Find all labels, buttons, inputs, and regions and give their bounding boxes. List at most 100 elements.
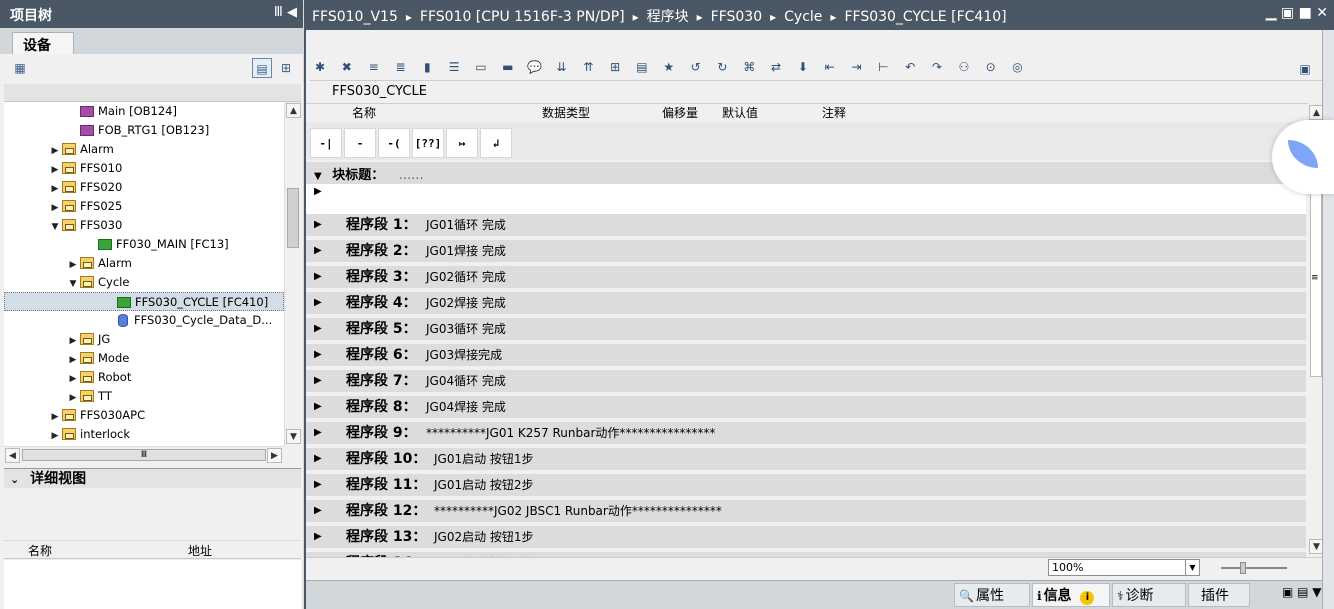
list-view-icon[interactable]: ▤: [252, 58, 272, 78]
zoom-select[interactable]: 100% ▼: [1048, 559, 1200, 576]
tab-devices[interactable]: 设备: [12, 32, 74, 55]
grid-view-icon[interactable]: ▦: [10, 58, 30, 78]
tree-item[interactable]: FFS030_CYCLE [FC410]: [4, 292, 284, 311]
network-comment[interactable]: JG03焊接完成: [426, 344, 502, 366]
tree-item[interactable]: Main [OB124]: [4, 102, 284, 121]
coil-button[interactable]: -( )-: [378, 128, 410, 180]
scroll-up-button[interactable]: ▲: [286, 103, 301, 118]
tab-plugins[interactable]: 插件: [1188, 583, 1250, 607]
block-title-row[interactable]: ▼ 块标题： ......: [306, 162, 1306, 184]
iface-col-datatype[interactable]: 数据类型: [542, 104, 590, 121]
absolute-icon[interactable]: ▤: [632, 57, 652, 77]
step-icon[interactable]: ⇥: [847, 57, 867, 77]
breadcrumb-item[interactable]: FFS010_V15: [312, 9, 398, 25]
comment-icon[interactable]: 💬: [525, 57, 545, 77]
tree-icon[interactable]: ⊢: [873, 57, 893, 77]
chevron-right-icon[interactable]: ▶: [314, 396, 322, 418]
iface-col-comment[interactable]: 注释: [822, 104, 846, 121]
redo-icon[interactable]: ↷: [927, 57, 947, 77]
expand-icon[interactable]: ⇊: [551, 57, 571, 77]
network-comment[interactable]: JG01启动 按钮1步: [434, 448, 534, 470]
network-row[interactable]: ▶ 程序段 5： JG03循环 完成: [306, 318, 1306, 340]
block-title-input[interactable]: ......: [399, 168, 424, 183]
next-error-icon[interactable]: ↻: [712, 57, 732, 77]
empty-box-button[interactable]: [??]: [412, 128, 444, 158]
network-comment[interactable]: JG01焊接 完成: [426, 240, 506, 262]
minimize-block-icon[interactable]: ▬: [498, 57, 518, 77]
watch-icon[interactable]: ⊙: [981, 57, 1001, 77]
crossref-icon[interactable]: ⌘: [739, 57, 759, 77]
open-all-icon[interactable]: ⊞: [605, 57, 625, 77]
network-row[interactable]: ▶ 程序段 8： JG04焊接 完成: [306, 396, 1306, 418]
task-card-strip[interactable]: [1322, 30, 1334, 609]
network-comment[interactable]: JG02焊接 完成: [426, 292, 506, 314]
chevron-right-icon[interactable]: ▶: [314, 448, 322, 470]
window-controls[interactable]: ▁ ▣ ■ ✕: [1266, 5, 1328, 21]
db-icon[interactable]: ◎: [1008, 57, 1028, 77]
favorites-icon[interactable]: ★: [659, 57, 679, 77]
chevron-right-icon[interactable]: ▶: [48, 427, 62, 446]
chevron-right-icon[interactable]: ▶: [314, 526, 322, 548]
tree-item[interactable]: FFS030_Cycle_Data_D...: [4, 311, 284, 330]
network-row[interactable]: ▶ 程序段 3： JG02循环 完成: [306, 266, 1306, 288]
tree-item[interactable]: ▶ FFS025: [4, 197, 284, 216]
network-comment[interactable]: JG03循环 完成: [426, 318, 506, 340]
tree-vertical-scrollbar[interactable]: ▲ ▼: [284, 102, 301, 446]
tab-diagnostics[interactable]: ⚕ 诊断: [1112, 583, 1186, 607]
list-icon[interactable]: ☰: [444, 57, 464, 77]
network-comment[interactable]: JG02启动 按钮2步: [434, 552, 534, 557]
tree-item[interactable]: ▼ FFS030: [4, 216, 284, 235]
detail-view-title[interactable]: ⌄ 详细视图: [4, 468, 301, 488]
download-icon[interactable]: ⬇: [793, 57, 813, 77]
tree-item[interactable]: FOB_RTG1 [OB123]: [4, 121, 284, 140]
network-comment[interactable]: JG04焊接 完成: [426, 396, 506, 418]
tree-item[interactable]: ▶ FFS020: [4, 178, 284, 197]
scroll-right-button[interactable]: ▶: [267, 448, 282, 463]
scroll-thumb[interactable]: [287, 188, 299, 248]
network-row[interactable]: ▶ 程序段 4： JG02焊接 完成: [306, 292, 1306, 314]
tab-properties[interactable]: 🔍 属性: [954, 583, 1030, 607]
chevron-right-icon[interactable]: ▶: [314, 214, 322, 236]
tree-item[interactable]: ▶ Mode: [4, 349, 284, 368]
detail-col-address[interactable]: 地址: [188, 542, 212, 559]
block-comment[interactable]: ▶: [306, 184, 1306, 214]
tree-item[interactable]: ▶ FFS010: [4, 159, 284, 178]
network-comment[interactable]: JG01循环 完成: [426, 214, 506, 236]
network-row[interactable]: ▶ 程序段 10： JG01启动 按钮1步: [306, 448, 1306, 470]
chevron-right-icon[interactable]: ▶: [314, 240, 322, 262]
close-branch-button[interactable]: ↲: [480, 128, 512, 158]
iface-col-name[interactable]: 名称: [352, 104, 376, 121]
network-comment[interactable]: **********JG01 K257 Runbar动作************…: [426, 422, 715, 444]
iface-col-default[interactable]: 默认值: [722, 104, 758, 121]
insert-network-icon[interactable]: ✱: [310, 57, 330, 77]
tree-item[interactable]: ▶ JG: [4, 330, 284, 349]
network-row[interactable]: ▶ 程序段 11： JG01启动 按钮2步: [306, 474, 1306, 496]
outdent-icon[interactable]: ≣: [390, 57, 410, 77]
scroll-down-button[interactable]: ▼: [286, 429, 301, 444]
detail-col-name[interactable]: 名称: [28, 542, 52, 559]
network-row[interactable]: ▶ 程序段 1： JG01循环 完成: [306, 214, 1306, 236]
chevron-right-icon[interactable]: ▶: [314, 370, 322, 392]
tab-info[interactable]: ℹ 信息 i: [1032, 583, 1110, 607]
zoom-slider[interactable]: [1221, 567, 1287, 569]
collapse-icon[interactable]: ⇈: [578, 57, 598, 77]
chevron-right-icon[interactable]: ▶: [314, 422, 322, 444]
breadcrumb-item[interactable]: 程序块: [647, 9, 689, 25]
chevron-right-icon[interactable]: ▶: [314, 474, 322, 496]
compare-icon[interactable]: ⇄: [766, 57, 786, 77]
indent-icon[interactable]: ≡: [364, 57, 384, 77]
scroll-left-button[interactable]: ◀: [5, 448, 20, 463]
tree-item[interactable]: ▼ Cycle: [4, 273, 284, 292]
network-row[interactable]: ▶ 程序段 6： JG03焊接完成: [306, 344, 1306, 366]
chevron-right-icon[interactable]: ▶: [314, 552, 322, 557]
chevron-down-icon[interactable]: ▼: [1185, 560, 1199, 575]
chevron-right-icon[interactable]: ▶: [314, 344, 322, 366]
chevron-right-icon[interactable]: ▶: [314, 266, 322, 288]
undo-icon[interactable]: ↶: [900, 57, 920, 77]
delete-network-icon[interactable]: ✖: [337, 57, 357, 77]
network-comment[interactable]: **********JG02 JBSC1 Runbar动作***********…: [434, 500, 722, 522]
add-device-icon[interactable]: ⊞: [276, 58, 296, 78]
no-contact-button[interactable]: -| |-: [310, 128, 342, 180]
window-icon[interactable]: ▭: [471, 57, 491, 77]
breadcrumb-item[interactable]: Cycle: [784, 9, 822, 25]
